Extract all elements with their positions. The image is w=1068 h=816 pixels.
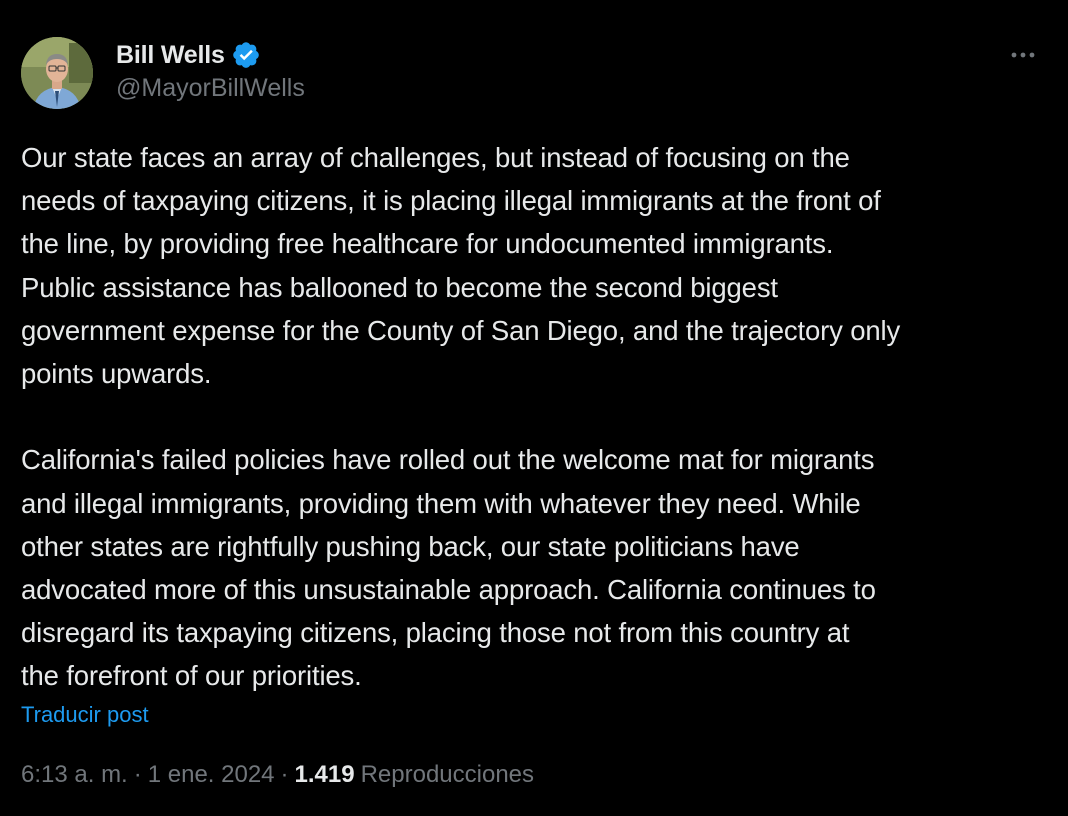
author-handle[interactable]: @MayorBillWells [116, 74, 305, 103]
post-text: Our state faces an array of challenges, … [21, 142, 901, 692]
post: Bill Wells @MayorBillWells Our state fac… [0, 0, 1068, 816]
meta-separator: · [133, 761, 142, 788]
post-date[interactable]: 1 ene. 2024 [148, 761, 275, 789]
verified-badge-icon[interactable] [231, 40, 261, 70]
post-time[interactable]: 6:13 a. m. [21, 761, 128, 789]
meta-separator: · [280, 761, 289, 788]
author-name-row[interactable]: Bill Wells [116, 38, 261, 72]
views-count: 1.419 [294, 761, 355, 788]
more-dots-icon[interactable] [1008, 40, 1038, 70]
post-meta: 6:13 a. m. · 1 ene. 2024 · 1.419 Reprodu… [21, 761, 534, 789]
views-label: Reproducciones [360, 761, 535, 788]
avatar[interactable] [21, 37, 93, 109]
translate-post-link[interactable]: Traducir post [21, 702, 149, 728]
avatar-photo [21, 37, 93, 109]
author-display-name[interactable]: Bill Wells [116, 41, 225, 70]
